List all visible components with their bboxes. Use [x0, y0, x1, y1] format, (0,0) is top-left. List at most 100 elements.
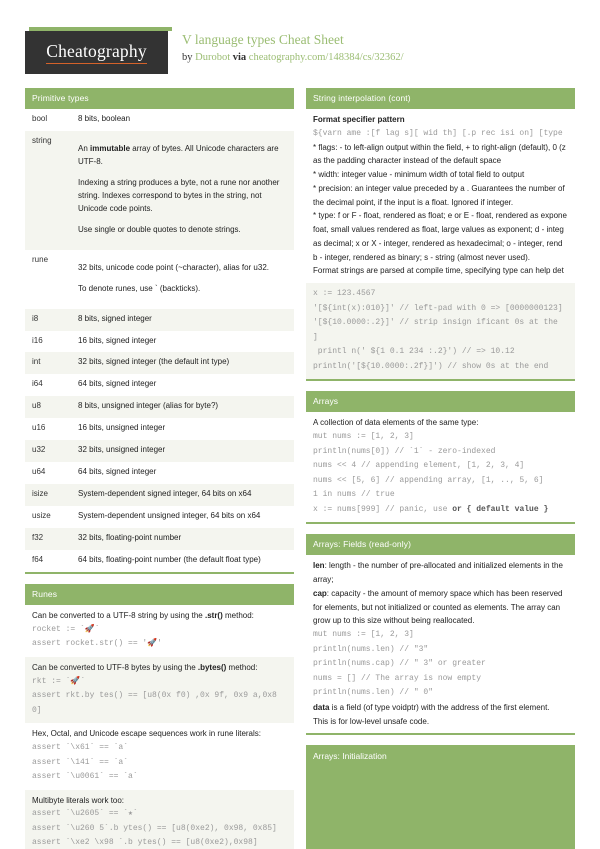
- card-runes: Runes Can be converted to a UTF-8 string…: [25, 584, 294, 849]
- card-arrays-initialization: Arrays: Initialization: [306, 745, 575, 849]
- runes-block: Multibyte literals work too: assert `\u26…: [25, 789, 294, 849]
- format-spec-line: ${varn ame :[f lag s][ wid th] [.p rec i…: [313, 128, 563, 138]
- table-row: i64 64 bits, signed integer: [25, 374, 294, 396]
- array-field-footnote: This is for low-level unsafe code.: [313, 716, 430, 726]
- arrays-fields-block: len: length - the number of pre-allocate…: [306, 555, 575, 733]
- card-title-runes: Runes: [25, 584, 294, 606]
- author-link[interactable]: Durobot: [195, 52, 230, 63]
- right-column: String interpolation (cont) Format speci…: [306, 88, 575, 849]
- type-name: isize: [32, 489, 49, 499]
- type-name: u64: [32, 467, 46, 477]
- left-column: Primitive types bool 8 bits, boolean strin…: [25, 88, 294, 849]
- format-spec-line: * precision: an integer value preceded b…: [313, 183, 565, 193]
- format-spec-line: the decimal point, if the input is a flo…: [313, 197, 514, 207]
- source-url-link[interactable]: cheatography.com/148384/cs/32362/: [249, 52, 404, 63]
- byline: by Durobot via cheatography.com/148384/c…: [182, 52, 404, 63]
- card-string-interpolation-cont: String interpolation (cont) Format speci…: [306, 88, 575, 382]
- arrays-body: A collection of data elements of the sam…: [306, 412, 575, 523]
- table-row: u8 8 bits, unsigned integer (alias for by…: [25, 396, 294, 419]
- arrays-initialization-placeholder: Arrays: Initialization: [306, 745, 575, 849]
- arrays-fields-footer: data is a field (of type voidptr) with t…: [313, 701, 568, 729]
- type-name: u16: [32, 423, 46, 433]
- type-description: 16 bits, unsigned integer: [78, 423, 166, 433]
- table-row: u64 64 bits, signed integer: [25, 462, 294, 484]
- format-spec-line: * flags: - to left-align output within t…: [313, 142, 566, 152]
- card-title-arrays-fields: Arrays: Fields (read-only): [306, 534, 575, 556]
- format-specifier-lines: ${varn ame :[f lag s][ wid th] [.p rec i…: [313, 127, 568, 278]
- runes-prose: Can be converted to UTF-8 bytes by using…: [32, 662, 258, 672]
- table-row: f32 32 bits, floating-point number: [25, 528, 294, 551]
- type-description: 32 bits, floating-point number: [78, 533, 182, 543]
- type-name: string: [32, 135, 52, 145]
- card-primitive-types: Primitive types bool 8 bits, boolean strin…: [25, 88, 294, 575]
- table-row: int 32 bits, signed integer (the default …: [25, 352, 294, 375]
- array-field-description: cap: capacity - the amount of memory spa…: [313, 588, 563, 626]
- type-description: 64 bits, signed integer: [78, 467, 157, 477]
- table-row: usize System-dependent unsigned integer, …: [25, 506, 294, 528]
- type-name: i8: [32, 313, 39, 323]
- byline-by-label: by: [182, 51, 196, 63]
- table-row: i16 16 bits, signed integer: [25, 331, 294, 353]
- byline-via-label: via: [232, 51, 249, 63]
- type-name: int: [32, 357, 41, 367]
- table-row: f64 64 bits, floating-point number (the d…: [25, 550, 294, 572]
- format-specifier-block: Format specifier pattern ${varn ame :[f …: [306, 109, 575, 283]
- arrays-code: mut nums := [1, 2, 3] println(nums[0]) /…: [313, 432, 549, 514]
- format-spec-line: * width: integer value - minimum width o…: [313, 170, 525, 179]
- type-name: i64: [32, 379, 43, 389]
- type-name: f64: [32, 555, 44, 565]
- page-title: V language types Cheat Sheet: [182, 32, 344, 47]
- card-arrays: Arrays A collection of data elements of …: [306, 391, 575, 525]
- format-spec-line: * type: f or F - float, rendered as floa…: [313, 211, 567, 221]
- runes-block: Hex, Octal, and Unicode escape sequences…: [25, 723, 294, 789]
- arrays-fields-lines: len: length - the number of pre-allocate…: [313, 559, 568, 628]
- type-name: usize: [32, 511, 51, 521]
- arrays-fields-code: mut nums := [1, 2, 3] println(nums.len) …: [313, 630, 486, 698]
- format-spec-line: foat, small values rendered as float, la…: [313, 225, 564, 234]
- cheatsheet-page: Cheatography V language types Cheat Shee…: [0, 0, 600, 849]
- type-name: bool: [32, 114, 48, 123]
- logo-text: Cheatography: [46, 41, 147, 64]
- runes-code: rocket := `🚀` assert rocket.str() == '🚀': [32, 624, 162, 649]
- format-spec-line: as decimal; x or X - integer, rendered a…: [313, 238, 563, 248]
- type-description: System-dependent unsigned integer, 64 bi…: [78, 511, 261, 521]
- type-description: 8 bits, unsigned integer (alias for byte…: [78, 401, 219, 411]
- card-title-arrays: Arrays: [306, 391, 575, 413]
- arrays-prose: A collection of data elements of the sam…: [313, 418, 479, 428]
- format-spec-line: b - integer, rendered as binary; s - str…: [313, 252, 530, 262]
- card-title-primitive-types: Primitive types: [25, 88, 294, 109]
- type-name: rune: [32, 254, 49, 264]
- page-header: Cheatography V language types Cheat Shee…: [0, 0, 600, 74]
- title-block: V language types Cheat Sheet by Durobot …: [168, 27, 404, 63]
- runes-code: assert `\u2605` == `★` assert `\u260 5`.…: [32, 809, 277, 848]
- type-name: f32: [32, 533, 44, 543]
- type-name: u8: [32, 401, 41, 411]
- table-row: i8 8 bits, signed integer: [25, 308, 294, 331]
- runes-prose: Hex, Octal, and Unicode escape sequences…: [32, 729, 262, 739]
- runes-prose: Multibyte literals work too:: [32, 795, 125, 805]
- table-row: u16 16 bits, unsigned integer: [25, 418, 294, 440]
- type-description: 64 bits, signed integer: [78, 379, 157, 389]
- logo-box: Cheatography: [25, 31, 168, 74]
- type-name: u32: [32, 445, 46, 455]
- type-description: 32 bits, signed integer (the default int…: [78, 357, 230, 367]
- type-description: 64 bits, floating-point number (the defa…: [78, 555, 261, 565]
- format-specifier-code: x := 123.4567 '[${int(x):010}]' // left-…: [313, 289, 563, 371]
- table-row: rune 32 bits, unicode code point (~charac…: [25, 250, 294, 309]
- runes-block: Can be converted to a UTF-8 string by us…: [25, 605, 294, 657]
- runes-code: rkt := `🚀` assert rkt.by tes() == [u8(0x…: [32, 676, 277, 715]
- table-row: string An immutable array of bytes. All U…: [25, 130, 294, 250]
- columns-container: Primitive types bool 8 bits, boolean strin…: [0, 74, 600, 849]
- table-row: u32 32 bits, unsigned integer: [25, 440, 294, 463]
- format-specifier-example: x := 123.4567 '[${int(x):010}]' // left-…: [306, 283, 575, 380]
- arrays-fields-body: len: length - the number of pre-allocate…: [306, 555, 575, 734]
- type-description: An immutable array of bytes. All Unicode…: [78, 143, 280, 234]
- string-interpolation-cont-body: Format specifier pattern ${varn ame :[f …: [306, 109, 575, 380]
- cheatography-logo[interactable]: Cheatography: [25, 27, 172, 74]
- runes-body: Can be converted to a UTF-8 string by us…: [25, 605, 294, 849]
- type-description: 8 bits, boolean: [78, 114, 131, 123]
- format-spec-line: as the padding character instead of the …: [313, 156, 502, 166]
- array-field-description: len: length - the number of pre-allocate…: [313, 561, 563, 585]
- arrays-block: A collection of data elements of the sam…: [306, 412, 575, 522]
- runes-block: Can be converted to UTF-8 bytes by using…: [25, 656, 294, 724]
